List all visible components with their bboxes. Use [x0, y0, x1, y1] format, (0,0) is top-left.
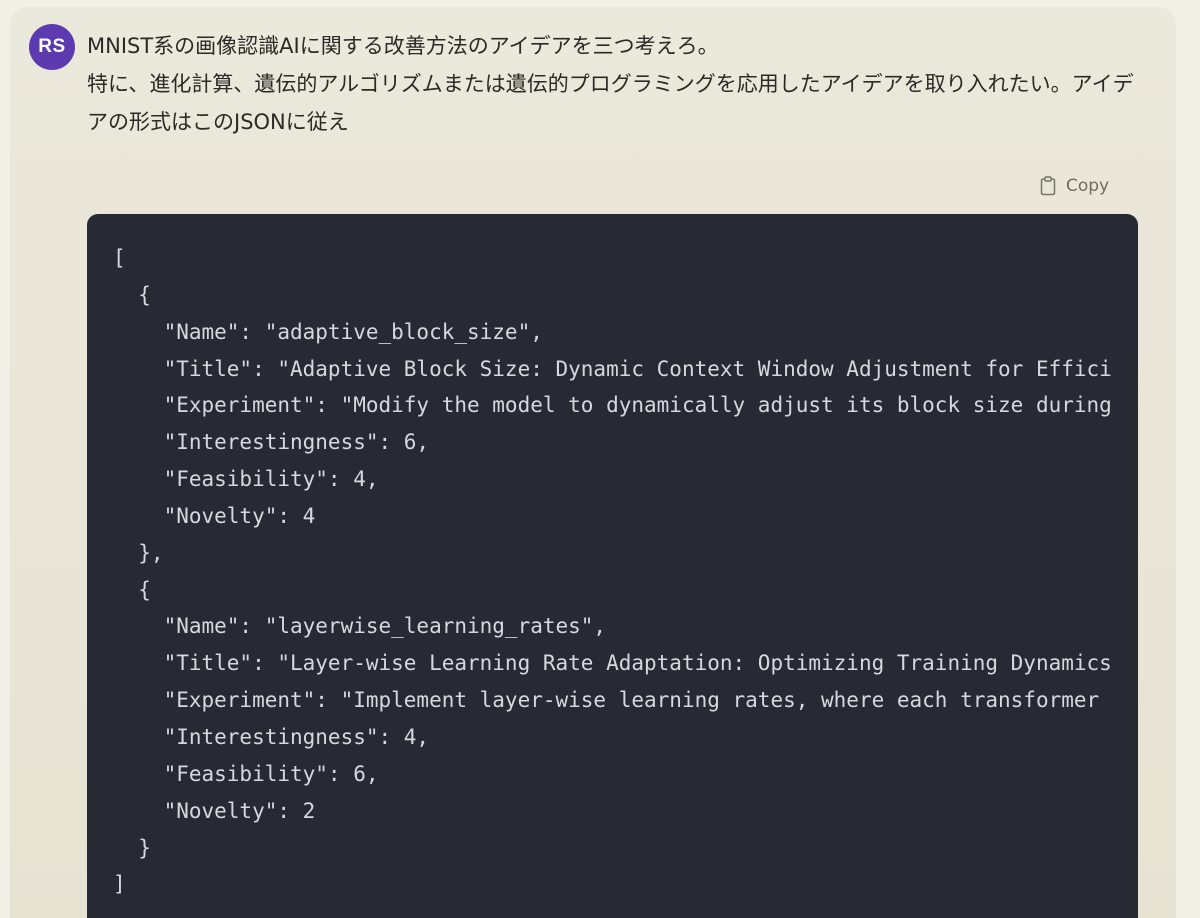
code-line: "Experiment": "Implement layer-wise lear…	[113, 688, 1100, 713]
code-line: "Title": "Layer-wise Learning Rate Adapt…	[113, 651, 1112, 676]
code-line: "Experiment": "Modify the model to dynam…	[113, 393, 1112, 418]
code-line: "Feasibility": 4,	[113, 467, 379, 492]
code-line: }	[113, 835, 151, 860]
code-line: "Name": "layerwise_learning_rates",	[113, 614, 607, 639]
code-line: "Title": "Adaptive Block Size: Dynamic C…	[113, 356, 1112, 381]
chat-page: RS MNIST系の画像認識AIに関する改善方法のアイデアを三つ考えろ。 特に、…	[0, 0, 1200, 918]
copy-label: Copy	[1066, 176, 1110, 196]
prompt-line-1: MNIST系の画像認識AIに関する改善方法のアイデアを三つ考えろ。	[87, 34, 719, 58]
clipboard-icon	[1040, 176, 1056, 196]
code-line: "Novelty": 2	[113, 798, 316, 823]
code-block[interactable]: [ { "Name": "adaptive_block_size", "Titl…	[87, 214, 1138, 918]
code-line: "Name": "adaptive_block_size",	[113, 319, 543, 344]
code-line: {	[113, 577, 151, 602]
user-prompt: MNIST系の画像認識AIに関する改善方法のアイデアを三つ考えろ。 特に、進化計…	[87, 27, 1137, 141]
code-line: },	[113, 540, 164, 565]
code-line: "Interestingness": 6,	[113, 430, 430, 455]
code-line: "Interestingness": 4,	[113, 724, 430, 749]
code-line: {	[113, 282, 151, 307]
copy-button[interactable]: Copy	[1040, 172, 1109, 200]
user-avatar[interactable]: RS	[29, 24, 75, 70]
prompt-line-2: 特に、進化計算、遺伝的アルゴリズムまたは遺伝的プログラミングを応用したアイデアを…	[87, 72, 1134, 134]
code-line: "Novelty": 4	[113, 503, 316, 528]
code-line: ]	[113, 872, 126, 897]
code-content: [ { "Name": "adaptive_block_size", "Titl…	[113, 240, 1112, 903]
code-line: [	[113, 246, 126, 270]
code-line: "Feasibility": 6,	[113, 761, 379, 786]
